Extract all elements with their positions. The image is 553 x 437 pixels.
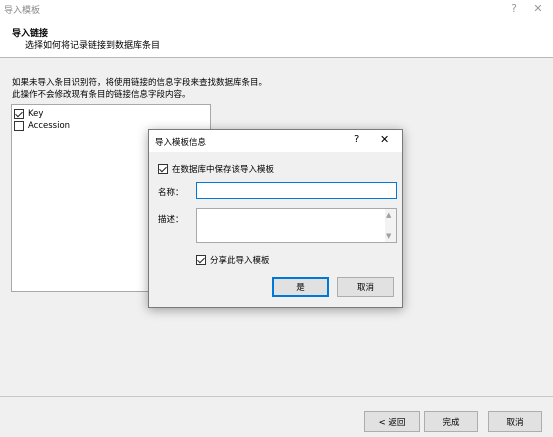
accession-checkbox[interactable] <box>14 121 24 131</box>
cancel-button[interactable]: 取消 <box>488 411 542 432</box>
scroll-down-icon[interactable]: ▼ <box>386 232 391 240</box>
window-title: 导入模板 <box>4 6 41 16</box>
window-close-button[interactable]: ✕ <box>528 1 548 17</box>
dialog-titlebar: 导入模板信息 ? ✕ <box>149 130 402 152</box>
back-button[interactable]: < 返回 <box>364 411 420 432</box>
info-text-line2: 此操作不会修改现有条目的链接信息字段内容。 <box>12 90 191 100</box>
dialog-title: 导入模板信息 <box>155 138 207 148</box>
wizard-header: 导入链接 选择如何将记录链接到数据库条目 <box>0 18 553 58</box>
info-text-line1: 如果未导入条目识别符，将使用链接的信息字段来查找数据库条目。 <box>12 78 268 88</box>
scroll-up-icon[interactable]: ▲ <box>386 211 391 219</box>
import-template-dialog: 导入模板信息 ? ✕ 在数据库中保存该导入模板 名称： 描述： ▲ ▼ 分享此导… <box>148 129 403 308</box>
footer-divider <box>0 396 553 397</box>
description-input[interactable] <box>197 209 385 242</box>
save-template-option[interactable]: 在数据库中保存该导入模板 <box>158 163 274 175</box>
share-template-label: 分享此导入模板 <box>210 256 270 266</box>
window-titlebar: 导入模板 ? ✕ <box>0 0 553 18</box>
key-checkbox[interactable] <box>14 109 24 119</box>
description-label: 描述： <box>158 215 184 225</box>
window-help-button[interactable]: ? <box>504 1 524 17</box>
dialog-close-button[interactable]: ✕ <box>380 133 389 146</box>
dialog-help-button[interactable]: ? <box>354 134 359 145</box>
finish-button[interactable]: 完成 <box>424 411 478 432</box>
share-template-option[interactable]: 分享此导入模板 <box>196 254 270 266</box>
list-item-label: Accession <box>28 121 71 131</box>
save-template-label: 在数据库中保存该导入模板 <box>172 165 275 175</box>
description-scrollbar[interactable]: ▲ ▼ <box>385 209 396 242</box>
name-input[interactable] <box>196 182 397 199</box>
page-subtitle: 选择如何将记录链接到数据库条目 <box>25 41 161 51</box>
save-template-checkbox[interactable] <box>158 164 168 174</box>
name-label: 名称： <box>158 188 184 198</box>
description-field[interactable]: ▲ ▼ <box>196 208 397 243</box>
ok-button[interactable]: 是 <box>272 277 329 297</box>
list-item-accession[interactable]: Accession <box>14 120 70 132</box>
dialog-cancel-button[interactable]: 取消 <box>337 277 394 297</box>
share-template-checkbox[interactable] <box>196 255 206 265</box>
list-item-key[interactable]: Key <box>14 108 43 120</box>
list-item-label: Key <box>28 109 44 119</box>
